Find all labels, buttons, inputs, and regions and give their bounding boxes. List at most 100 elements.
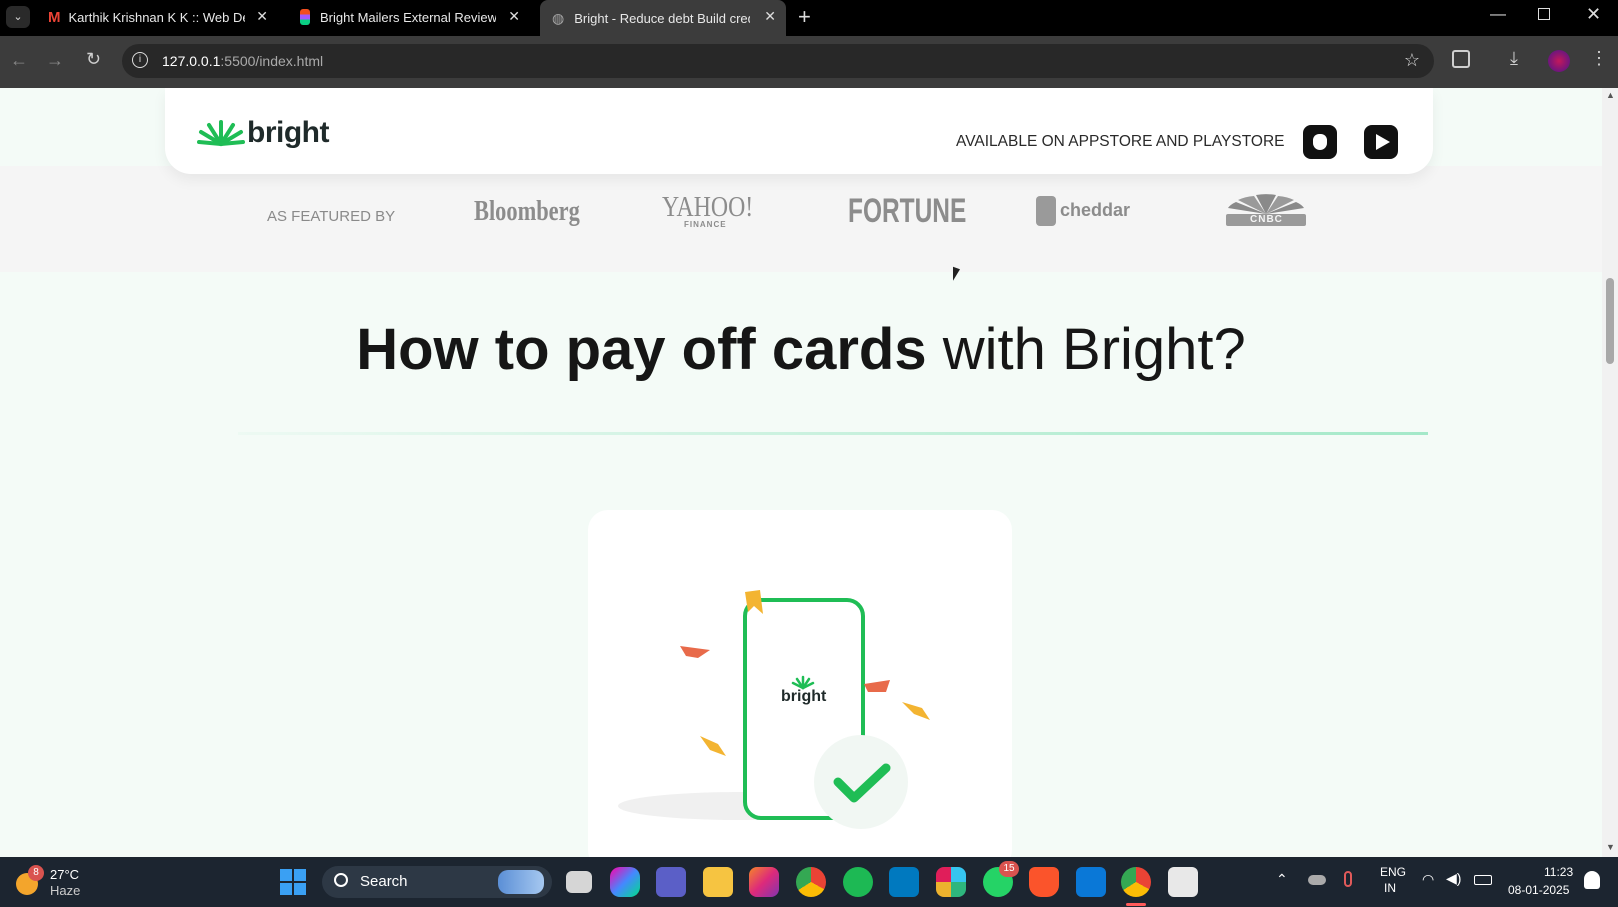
play-icon [1375,134,1390,150]
cheddar-wordmark: cheddar [1060,199,1131,220]
url-host: 127.0.0.1 [162,53,221,69]
close-window-icon[interactable]: ✕ [1586,4,1601,25]
cnbc-wordmark: CNBC [1250,214,1283,225]
cheddar-mark-icon [1036,196,1056,226]
tab-bright[interactable]: ◍ Bright - Reduce debt Build cred ✕ [540,0,786,36]
bookmark-star-icon[interactable]: ☆ [1404,50,1420,71]
microphone-icon[interactable] [1344,871,1352,887]
notifications-icon[interactable] [1584,871,1600,889]
slack-icon[interactable] [936,867,966,897]
step-card: bright [588,510,1012,857]
file-explorer-icon[interactable] [703,867,733,897]
new-tab-icon[interactable]: + [798,4,811,30]
download-icon[interactable]: ⤓ [1510,48,1518,69]
availability-text: AVAILABLE ON APPSTORE AND PLAYSTORE [956,133,1285,150]
bright-sun-icon [197,120,245,146]
scroll-down-icon[interactable]: ▼ [1606,842,1615,852]
close-icon[interactable]: ✕ [764,8,776,25]
page-viewport: AS FEATURED BY Bloomberg YAHOO! FINANCE … [0,88,1602,857]
extensions-icon[interactable] [1452,50,1470,68]
browser-tab-bar: ⌄ M Karthik Krishnan K K :: Web Dev ✕ Br… [0,0,1618,36]
url-path: :5500/index.html [220,53,324,69]
volume-icon[interactable]: ◀) [1446,870,1461,887]
search-highlight-icon [498,870,544,894]
windows-taskbar: 8 27°C Haze Search 15 ⌃ ENG IN ◠ ◀) 11:2… [0,857,1618,907]
whatsapp-badge: 15 [999,861,1019,877]
bloomberg-logo: Bloomberg [474,196,580,227]
tab-figma[interactable]: Bright Mailers External Review - ✕ [290,0,530,34]
menu-kebab-icon[interactable]: ⋮ [1590,48,1608,69]
teams-icon[interactable] [656,867,686,897]
tab-search-chevron-icon[interactable]: ⌄ [6,6,30,28]
globe-icon: ◍ [552,9,565,26]
language-line1[interactable]: ENG [1380,865,1406,879]
onedrive-icon[interactable] [1308,875,1326,885]
chrome-icon[interactable] [796,867,826,897]
gmail-icon: M [48,8,61,26]
wifi-icon[interactable]: ◠ [1422,871,1434,888]
start-windows-icon[interactable] [280,869,306,895]
close-icon[interactable]: ✕ [508,8,520,25]
spotify-icon[interactable] [843,867,873,897]
brand-name: bright [247,116,329,149]
tab-title: Bright Mailers External Review - [320,9,496,25]
task-view-icon[interactable] [566,871,592,893]
apple-icon [1313,134,1327,150]
vscode-icon[interactable] [1076,867,1106,897]
headline-divider [238,432,1428,435]
check-circle [814,735,908,829]
headline-bold: How to pay off cards [356,317,927,382]
appstore-button[interactable] [1303,125,1337,159]
language-line2[interactable]: IN [1384,881,1396,895]
headline-light: with Bright? [942,317,1246,382]
scroll-thumb[interactable] [1606,278,1614,364]
mouse-cursor-icon [953,266,960,284]
weather-badge: 8 [28,865,44,881]
brave-icon[interactable] [1029,867,1059,897]
browser-toolbar: ← → ↻ i 127.0.0.1:5500/index.html ☆ ⤓ ⋮ [0,36,1618,88]
weather-desc: Haze [50,883,81,898]
site-info-icon[interactable]: i [132,52,148,68]
search-icon [334,873,348,887]
close-icon[interactable]: ✕ [256,8,268,25]
clock-date[interactable]: 08-01-2025 [1508,883,1569,897]
fortune-logo: FORTUNE [848,192,967,230]
battery-icon[interactable] [1474,875,1492,885]
clock-time[interactable]: 11:23 [1544,865,1573,879]
confetti-icon [902,702,930,720]
forward-icon[interactable]: → [46,50,64,71]
address-bar[interactable]: i 127.0.0.1:5500/index.html ☆ [122,44,1434,78]
featured-by-strip: AS FEATURED BY Bloomberg YAHOO! FINANCE … [0,166,1602,272]
figma-icon [300,9,310,25]
cheddar-logo: cheddar [1036,196,1130,226]
trello-icon[interactable] [889,867,919,897]
reload-icon[interactable]: ↻ [86,49,101,70]
phone-brand: bright [781,688,827,705]
snipping-tool-icon[interactable] [1168,867,1198,897]
bright-logo[interactable]: bright [197,116,329,150]
copilot-icon[interactable] [610,867,640,897]
profile-avatar[interactable] [1548,50,1570,72]
site-navbar: bright AVAILABLE ON APPSTORE AND PLAYSTO… [165,88,1433,174]
weather-widget[interactable]: 8 27°C Haze [14,865,94,899]
chrome-active-icon[interactable] [1121,867,1151,897]
restore-icon[interactable] [1538,8,1550,20]
weather-temp: 27°C [50,867,80,882]
yahoo-finance-logo: YAHOO! FINANCE [662,192,769,229]
taskbar-search[interactable]: Search [322,866,552,898]
minimize-icon[interactable]: — [1490,6,1506,24]
confetti-icon [680,646,710,658]
phone-illustration [618,590,930,829]
tab-gmail[interactable]: M Karthik Krishnan K K :: Web Dev ✕ [38,0,278,34]
tray-chevron-icon[interactable]: ⌃ [1276,871,1288,888]
page-scrollbar[interactable]: ▲ ▼ [1602,88,1618,857]
tab-title: Karthik Krishnan K K :: Web Dev [68,9,245,25]
scroll-up-icon[interactable]: ▲ [1606,90,1615,100]
back-icon[interactable]: ← [10,50,28,71]
whatsapp-icon[interactable]: 15 [983,861,1019,897]
active-app-indicator [1126,903,1146,906]
confetti-icon [864,680,890,692]
playstore-button[interactable] [1364,125,1398,159]
cnbc-logo: CNBC [1224,192,1308,233]
instagram-icon[interactable] [749,867,779,897]
